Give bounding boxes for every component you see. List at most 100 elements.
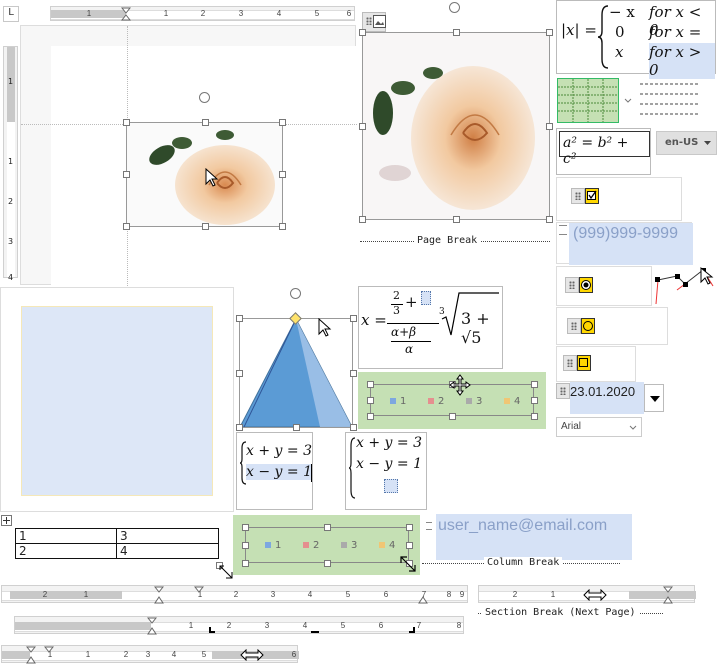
legend-item: 2 xyxy=(428,396,444,407)
text-cursor xyxy=(311,464,312,482)
radio-button[interactable] xyxy=(579,277,593,293)
ruler-number: 7 xyxy=(416,621,422,630)
ruler-number: 4 xyxy=(171,650,177,659)
legend-item: 3 xyxy=(341,540,357,551)
indent-marker-icon[interactable] xyxy=(121,7,131,21)
table-style-green[interactable] xyxy=(557,78,619,123)
text-box-shape[interactable] xyxy=(21,306,213,496)
brace-icon xyxy=(597,5,609,69)
placeholder-box[interactable] xyxy=(384,479,398,493)
checkbox[interactable] xyxy=(577,355,591,371)
table-style-plain[interactable] xyxy=(638,78,700,123)
drag-grip-icon[interactable] xyxy=(556,383,570,399)
radio-unchecked-icon xyxy=(583,321,593,331)
legend-item: 2 xyxy=(303,540,319,551)
move-icon[interactable] xyxy=(449,374,471,396)
date-field[interactable]: 23.01.2020 xyxy=(570,382,644,414)
grip-lines-icon[interactable] xyxy=(559,225,567,235)
ruler-number: 3 xyxy=(238,9,244,18)
ruler-number: 3 xyxy=(264,621,270,630)
email-field[interactable]: user_name@email.com xyxy=(436,514,632,560)
drag-grip-icon[interactable] xyxy=(563,355,577,371)
mouse-pointer-icon xyxy=(205,168,219,187)
ruler-2[interactable]: 2 1 xyxy=(478,585,696,604)
legend-item: 4 xyxy=(504,396,520,407)
resize-horizontal-icon[interactable] xyxy=(240,649,264,661)
checkbox[interactable] xyxy=(585,188,599,204)
equation-lhs: x = xyxy=(361,311,387,329)
caret-down-icon xyxy=(650,396,660,402)
font-select[interactable]: Arial xyxy=(556,417,642,437)
resize-diagonal-icon[interactable] xyxy=(399,555,417,573)
radicand: 3 + √5 xyxy=(461,309,490,347)
drag-grip-icon[interactable] xyxy=(567,318,581,334)
page-break-label: Page Break xyxy=(414,235,481,246)
resize-diagonal-icon[interactable] xyxy=(216,562,234,580)
radical-equation[interactable]: x = 2 3 + α+β α 3 3 + √5 xyxy=(358,286,503,369)
rotate-handle-icon[interactable] xyxy=(199,92,210,103)
ruler-number: 1 xyxy=(188,621,194,630)
chart-object[interactable]: 1 2 3 4 xyxy=(358,372,546,429)
table-cell[interactable]: 2 xyxy=(15,543,117,559)
chevron-down-icon[interactable] xyxy=(624,98,632,104)
indent-marker-icon[interactable] xyxy=(26,646,36,664)
right-tab-icon[interactable] xyxy=(409,627,415,633)
table-cell[interactable]: 1 xyxy=(15,528,117,544)
table-move-handle-icon[interactable] xyxy=(1,515,12,526)
ruler-number: 6 xyxy=(378,621,384,630)
ruler-number: 1 xyxy=(8,157,14,166)
ruler-3[interactable]: 1 2 3 4 5 6 7 8 xyxy=(14,616,464,635)
chart-object[interactable]: 1 2 3 4 xyxy=(233,515,420,575)
drag-grip-icon[interactable] xyxy=(565,277,579,293)
indent-marker-icon[interactable] xyxy=(663,586,673,604)
ruler-number: 9 xyxy=(459,590,465,599)
rotate-handle-icon[interactable] xyxy=(290,288,301,299)
radio-button[interactable] xyxy=(581,318,595,334)
radio-content-control xyxy=(556,266,652,306)
date-dropdown-button[interactable] xyxy=(644,384,664,412)
tab-selector[interactable]: L xyxy=(3,6,19,22)
ruler-4[interactable]: 1 1 2 3 4 5 6 xyxy=(1,645,299,664)
triangle-shape-selected[interactable] xyxy=(236,312,357,431)
case-expr: 0 xyxy=(615,23,625,41)
table-cell[interactable]: 3 xyxy=(116,528,219,544)
case-expr: x xyxy=(615,43,624,61)
indent-marker-icon[interactable] xyxy=(154,586,164,604)
table-cell[interactable]: 4 xyxy=(116,543,219,559)
resize-horizontal-icon[interactable] xyxy=(583,589,607,601)
ruler-number: 2 xyxy=(42,590,48,599)
pythagoras-equation[interactable]: a² = b² + c² xyxy=(559,131,650,167)
indent-marker-icon[interactable] xyxy=(147,617,157,635)
abs-value-equation[interactable]: |x| = − x for x < 0 0 for x = 0 x for x … xyxy=(556,0,716,79)
left-tab-icon[interactable] xyxy=(209,627,215,633)
horizontal-ruler[interactable]: 1 1 2 3 4 5 6 xyxy=(50,6,355,21)
line-shape-editing[interactable] xyxy=(655,266,715,306)
ruler-number: 3 xyxy=(8,237,14,246)
rose-image-large[interactable] xyxy=(359,29,553,223)
tab-stop-icon[interactable] xyxy=(194,586,204,594)
rotate-handle-icon[interactable] xyxy=(449,2,460,13)
ruler-number: 4 xyxy=(276,9,282,18)
center-tab-icon[interactable] xyxy=(311,627,319,633)
tab-stop-icon[interactable] xyxy=(44,646,54,654)
language-button[interactable]: en-US xyxy=(656,131,717,155)
placeholder-box[interactable] xyxy=(421,291,431,305)
section-break-label: Section Break (Next Page) xyxy=(482,607,639,618)
ruler-number: 8 xyxy=(456,621,462,630)
ruler-number: 5 xyxy=(340,621,346,630)
checkmark-icon xyxy=(587,190,597,200)
grip-lines-icon[interactable] xyxy=(426,522,432,530)
language-label: en-US xyxy=(665,137,699,148)
vertical-ruler[interactable]: 1 1 2 3 4 xyxy=(3,46,18,282)
right-indent-icon[interactable] xyxy=(418,594,428,604)
ruler-1[interactable]: 2 1 1 2 3 4 5 6 7 8 9 xyxy=(1,585,468,604)
radio-checked-icon xyxy=(581,280,591,290)
phone-field[interactable]: (999)999-9999 xyxy=(569,223,693,265)
legend-item: 1 xyxy=(265,540,281,551)
equation-row: x − y = 1 xyxy=(246,464,312,480)
document-table[interactable]: 13 24 xyxy=(15,528,219,559)
font-select-value: Arial xyxy=(561,421,582,432)
drag-grip-icon[interactable] xyxy=(571,188,585,204)
equation-system-2[interactable]: x + y = 3 x − y = 1 xyxy=(345,432,427,510)
equation-system-1[interactable]: x + y = 3 x − y = 1 xyxy=(236,432,313,510)
